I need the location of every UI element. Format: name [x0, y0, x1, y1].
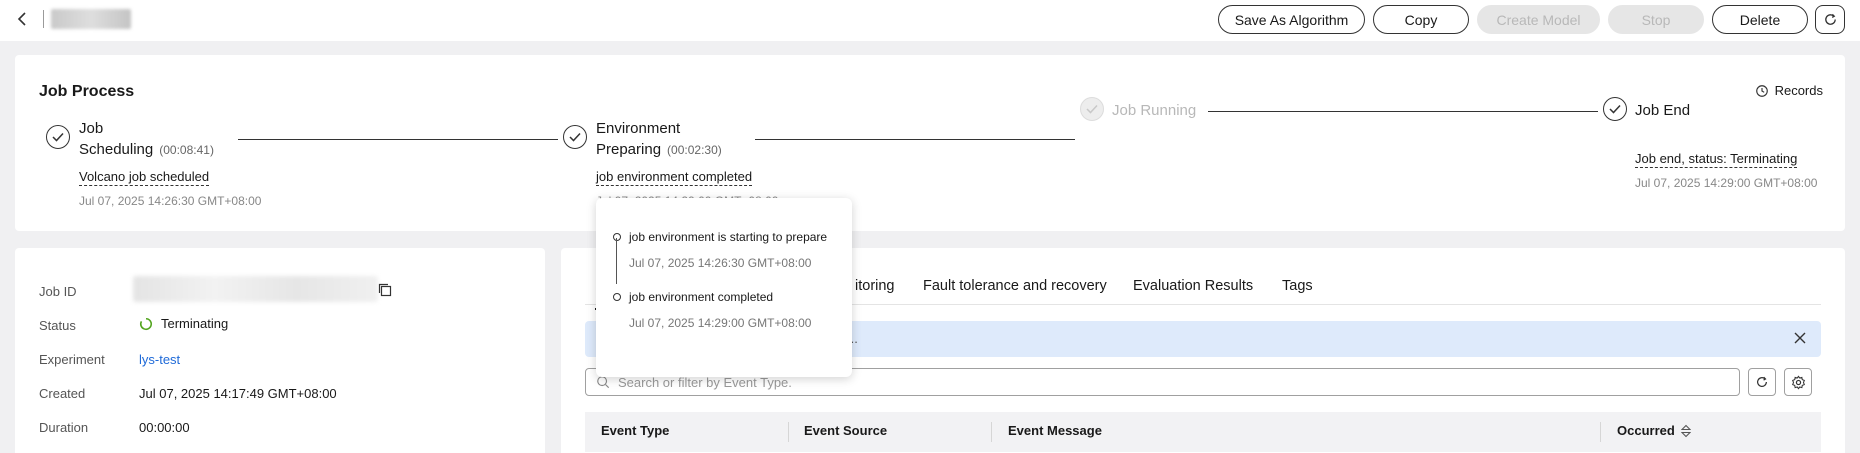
step-check-icon	[1603, 97, 1627, 121]
column-event-type: Event Type	[601, 423, 670, 438]
step-connector	[238, 139, 558, 140]
step-duration: (00:02:30)	[667, 143, 722, 157]
history-icon	[1755, 84, 1768, 97]
tab-fault-tolerance[interactable]: Fault tolerance and recovery	[923, 278, 1107, 294]
refresh-icon	[1757, 376, 1767, 388]
column-divider	[1600, 422, 1601, 442]
job-info-card: Job ID Status Terminating Experiment lys…	[15, 248, 545, 453]
tab-monitoring[interactable]: itoring	[855, 278, 895, 294]
column-event-source: Event Source	[804, 423, 888, 438]
gear-icon	[1791, 375, 1805, 389]
step-environment-preparing-label: Environment Preparing (00:02:30)	[596, 120, 722, 158]
top-bar: Save As Algorithm Copy Create Model Stop…	[0, 0, 1860, 41]
step-check-icon	[46, 125, 70, 149]
column-event-message: Event Message	[1008, 423, 1102, 438]
job-id-label: Job ID	[39, 284, 77, 299]
back-arrow-icon[interactable]	[12, 8, 34, 30]
column-divider	[788, 422, 789, 442]
refresh-button[interactable]	[1815, 5, 1845, 34]
step-status-link[interactable]: job environment completed	[596, 169, 753, 186]
title-divider	[43, 10, 44, 28]
timeline-dot-icon	[613, 233, 621, 241]
column-divider	[991, 422, 992, 442]
step-check-icon-pending	[1080, 97, 1104, 121]
status-value: Terminating	[139, 316, 228, 331]
search-icon	[597, 376, 610, 389]
step-job-scheduling-label: Job Scheduling (00:08:41)	[79, 120, 214, 158]
records-label: Records	[1774, 83, 1823, 98]
step-check-icon	[563, 125, 587, 149]
copy-icon[interactable]	[377, 282, 393, 298]
status-label: Status	[39, 318, 76, 333]
job-name-redacted	[51, 9, 131, 29]
close-icon[interactable]	[1793, 331, 1807, 345]
step-job-running-label: Job Running	[1112, 102, 1197, 119]
step-status-link[interactable]: Job end, status: Terminating	[1635, 151, 1798, 168]
settings-button[interactable]	[1784, 368, 1812, 396]
records-link[interactable]: Records	[1755, 83, 1823, 98]
created-value: Jul 07, 2025 14:17:49 GMT+08:00	[139, 386, 337, 401]
step-connector	[1208, 111, 1598, 112]
popover-event-text: job environment is starting to prepare	[629, 230, 828, 244]
experiment-label: Experiment	[39, 352, 105, 367]
sort-icon	[1680, 424, 1691, 437]
events-table-header: Event Type Event Source Event Message Oc…	[585, 412, 1821, 452]
tab-evaluation-results[interactable]: Evaluation Results	[1133, 278, 1253, 294]
step-job-end-label: Job End	[1635, 102, 1691, 119]
popover-event-text: job environment completed	[629, 290, 774, 304]
job-process-title: Job Process	[39, 83, 135, 100]
experiment-link[interactable]: lys-test	[139, 352, 180, 367]
step-status-link[interactable]: Volcano job scheduled	[79, 169, 210, 186]
timeline-line	[616, 238, 617, 284]
events-refresh-button[interactable]	[1748, 368, 1776, 396]
step-time: Jul 07, 2025 14:29:00 GMT+08:00	[1635, 176, 1818, 190]
environment-events-popover: job environment is starting to prepare J…	[596, 198, 852, 377]
copy-button[interactable]: Copy	[1373, 5, 1469, 34]
duration-label: Duration	[39, 420, 89, 435]
refresh-icon	[1824, 13, 1836, 25]
created-label: Created	[39, 386, 86, 401]
popover-event-time: Jul 07, 2025 14:26:30 GMT+08:00	[629, 256, 812, 270]
create-model-button[interactable]: Create Model	[1477, 5, 1600, 34]
stop-button[interactable]: Stop	[1608, 5, 1704, 34]
timeline-dot-icon	[613, 293, 621, 301]
column-occurred[interactable]: Occurred	[1617, 423, 1691, 438]
loading-spinner-icon	[140, 317, 152, 330]
job-id-redacted	[133, 276, 378, 302]
duration-value: 00:00:00	[139, 420, 190, 435]
save-as-algorithm-button[interactable]: Save As Algorithm	[1218, 5, 1365, 34]
step-time: Jul 07, 2025 14:26:30 GMT+08:00	[79, 194, 262, 208]
job-process-card: Job Process Records Job Scheduling (00:08…	[15, 55, 1845, 231]
step-duration: (00:08:41)	[159, 143, 214, 157]
tab-tags[interactable]: Tags	[1282, 278, 1313, 294]
delete-button[interactable]: Delete	[1712, 5, 1808, 34]
step-connector	[755, 139, 1075, 140]
popover-event-time: Jul 07, 2025 14:29:00 GMT+08:00	[629, 316, 812, 330]
